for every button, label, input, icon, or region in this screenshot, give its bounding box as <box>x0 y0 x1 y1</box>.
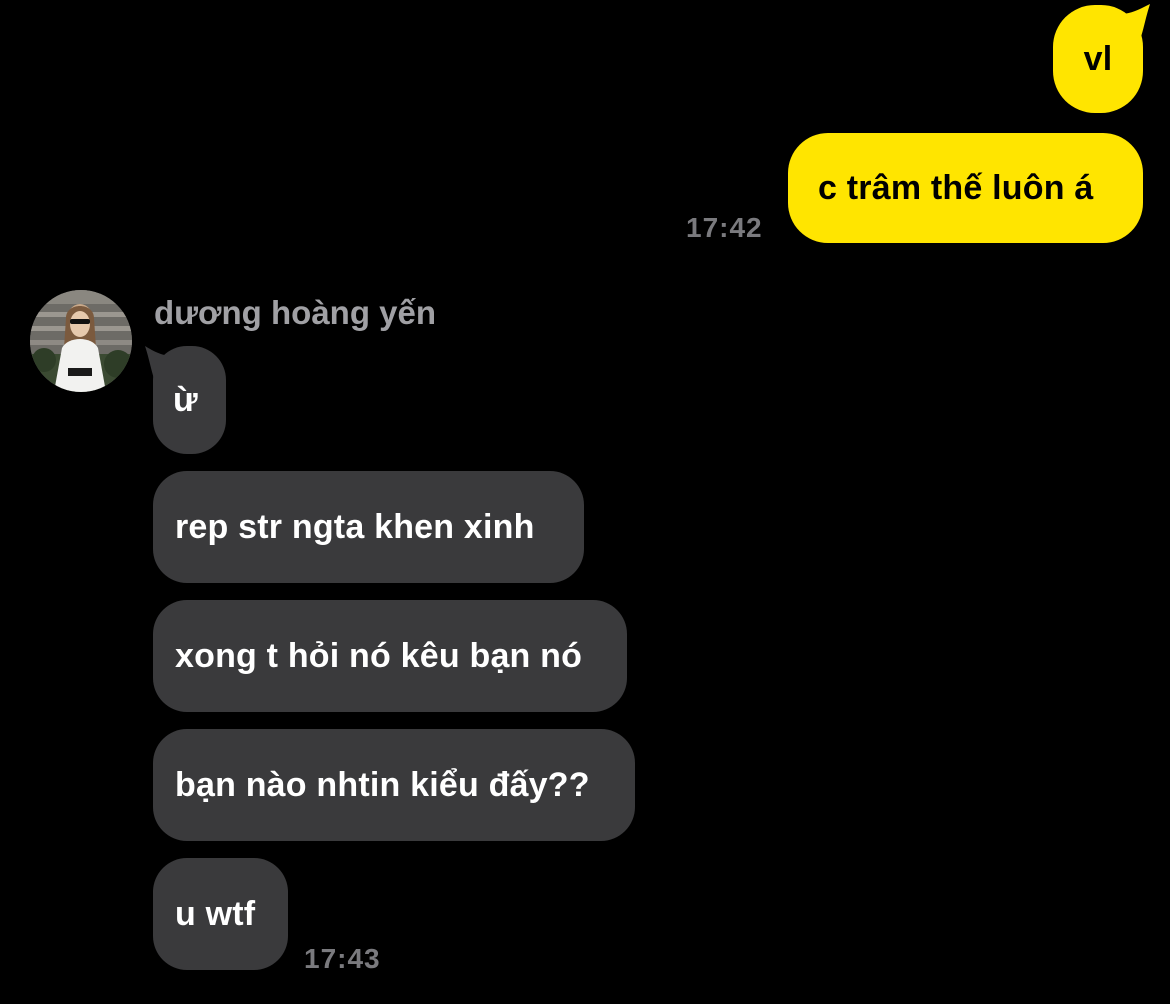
incoming-message[interactable]: xong t hỏi nó kêu bạn nó <box>153 600 627 712</box>
message-text: c trâm thế luôn á <box>818 168 1094 207</box>
message-text: vl <box>1083 39 1113 78</box>
incoming-message[interactable]: rep str ngta khen xinh <box>153 471 584 583</box>
message-text: xong t hỏi nó kêu bạn nó <box>175 636 583 675</box>
outgoing-message[interactable]: c trâm thế luôn á <box>788 133 1143 243</box>
message-text: bạn nào nhtin kiểu đấy?? <box>175 765 590 804</box>
message-text: u wtf <box>175 894 256 933</box>
avatar-photo-icon <box>30 290 132 392</box>
incoming-message[interactable]: ừ <box>153 346 226 454</box>
message-text: rep str ngta khen xinh <box>175 507 535 546</box>
incoming-message[interactable]: bạn nào nhtin kiểu đấy?? <box>153 729 635 841</box>
sender-avatar[interactable] <box>30 290 132 392</box>
outgoing-timestamp: 17:42 <box>686 212 763 243</box>
message-text: ừ <box>173 380 198 419</box>
incoming-message[interactable]: u wtf <box>153 858 288 970</box>
sender-name: dương hoàng yến <box>154 294 437 331</box>
incoming-timestamp: 17:43 <box>304 943 381 974</box>
outgoing-bubble-tail <box>1110 4 1150 40</box>
